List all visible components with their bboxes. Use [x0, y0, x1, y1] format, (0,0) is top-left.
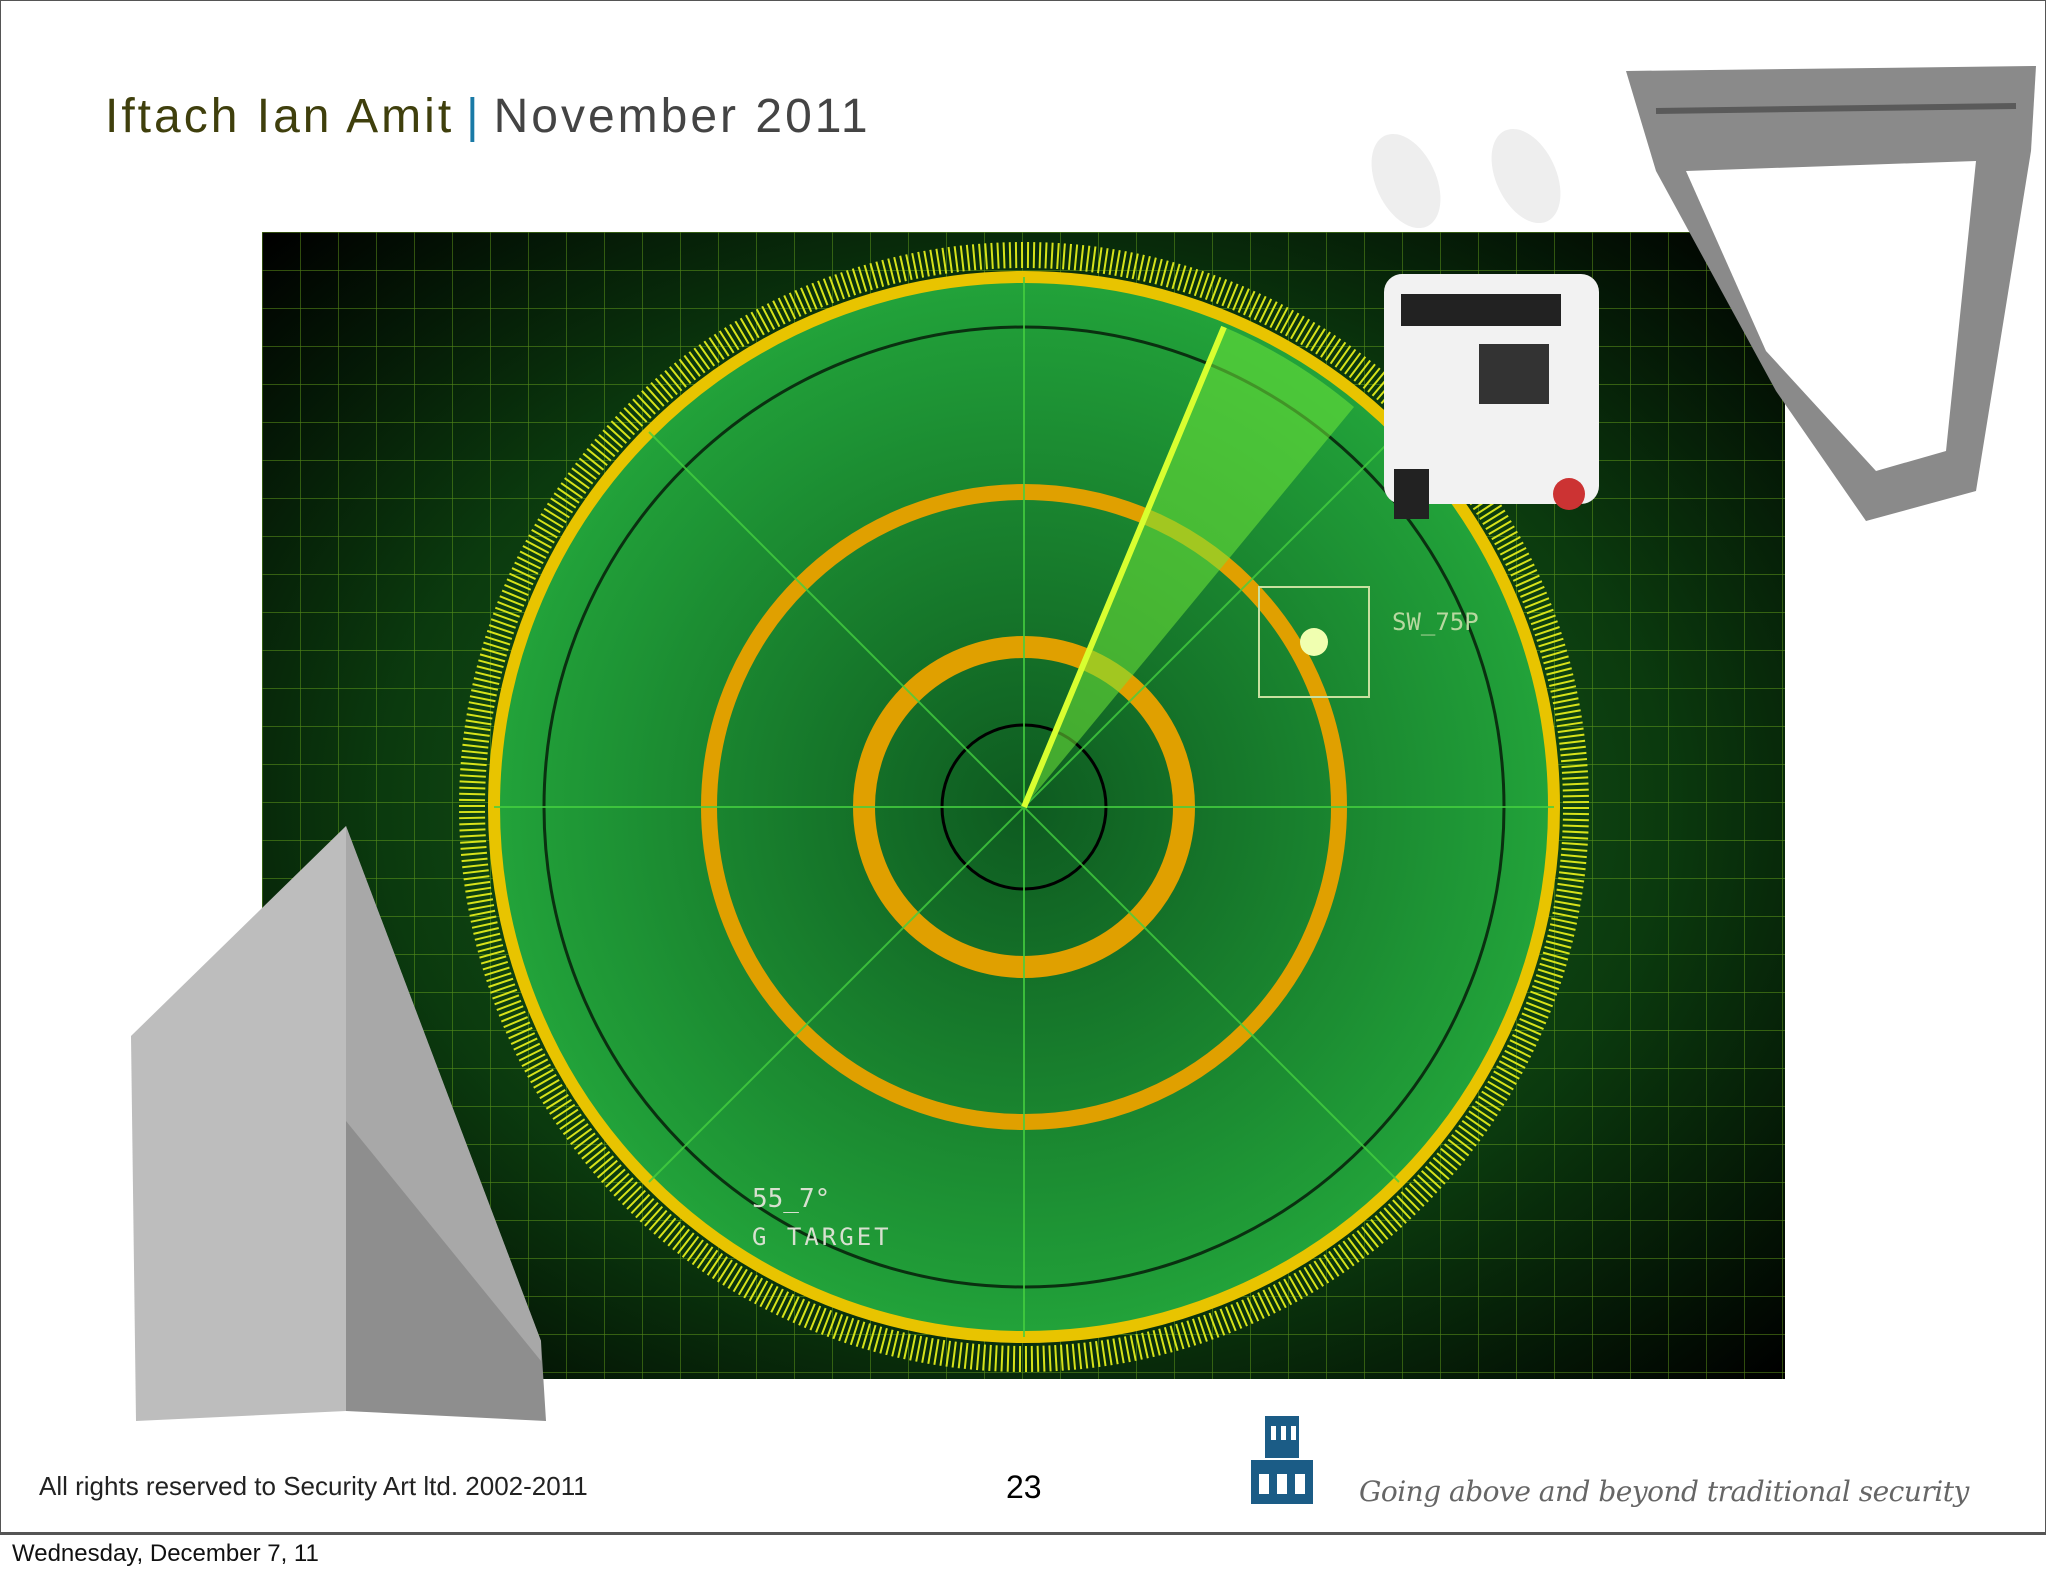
header-separator: |: [466, 90, 482, 143]
alarm-panel-image: [1384, 274, 1599, 519]
author-name: Iftach Ian Amit: [105, 90, 455, 143]
castle-logo-icon: [1251, 1416, 1313, 1504]
radar-label-target: G TARGET: [752, 1223, 892, 1251]
radar-label-code: SW_75P: [1392, 608, 1479, 636]
print-date: Wednesday, December 7, 11: [12, 1540, 319, 1567]
slide-header: Iftach Ian Amit | November 2011: [105, 89, 871, 144]
tagline: Going above and beyond traditional secur…: [1359, 1475, 1969, 1508]
chastity-belt-image: [1626, 66, 2036, 521]
header-date: November 2011: [493, 90, 871, 143]
sensor-devices-image: [1371, 128, 1561, 229]
copyright-text: All rights reserved to Security Art ltd.…: [39, 1471, 588, 1501]
pyramid-image: [131, 826, 546, 1421]
page-number: 23: [1006, 1469, 1042, 1505]
radar-label-bearing: 55_7°: [752, 1184, 830, 1214]
slide: Iftach Ian Amit | November 2011 55_7° G …: [0, 0, 2046, 1535]
